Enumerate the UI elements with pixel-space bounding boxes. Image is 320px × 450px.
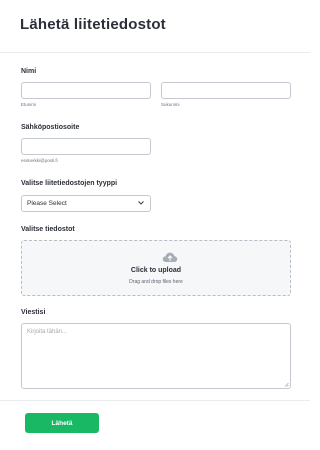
type-label: Valitse liitetiedostojen tyyppi	[21, 180, 118, 187]
form-title: Lähetä liitetiedostot	[20, 16, 166, 33]
name-label: Nimi	[21, 68, 37, 75]
email-sublabel: esimerkki@posti.fi	[21, 158, 58, 163]
cloud-upload-icon	[162, 252, 178, 262]
email-input[interactable]	[21, 138, 151, 155]
file-dropzone[interactable]: Click to upload Drag and drop files here	[21, 240, 291, 296]
email-label: Sähköpostiosoite	[21, 124, 80, 131]
chevron-down-icon	[138, 201, 144, 205]
last-name-sublabel: Sukunimi	[161, 102, 180, 107]
type-select[interactable]: Please Select	[21, 195, 151, 212]
message-label: Viestisi	[21, 309, 46, 316]
type-select-value: Please Select	[27, 200, 67, 207]
last-name-input[interactable]	[161, 82, 291, 99]
upload-label: Valitse tiedostot	[21, 226, 75, 233]
message-textarea[interactable]	[21, 323, 291, 389]
form-header: Lähetä liitetiedostot	[0, 0, 310, 53]
upload-main-text: Click to upload	[130, 267, 182, 274]
upload-sub-text: Drag and drop files here	[129, 279, 183, 285]
first-name-sublabel: Etunimi	[21, 102, 37, 107]
first-name-input[interactable]	[21, 82, 151, 99]
resize-handle-icon[interactable]	[284, 382, 289, 387]
form-footer-divider	[0, 400, 310, 401]
submit-button[interactable]: Lähetä	[25, 413, 99, 433]
